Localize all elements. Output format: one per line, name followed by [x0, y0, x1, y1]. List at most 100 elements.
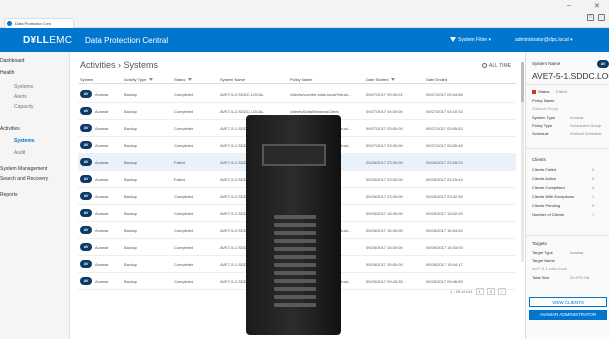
cell-status: Completed: [174, 262, 194, 267]
cell-end: 09/26/2017 09:46:59: [426, 279, 463, 284]
column-header-system-name[interactable]: System Name: [220, 77, 245, 82]
browser-menu-icon[interactable]: ⋮: [598, 14, 605, 21]
cell-end: 09/26/2017 23:15:44: [426, 177, 463, 182]
column-header-date-ended[interactable]: Date Ended: [426, 77, 447, 82]
cell-system: Avamar: [95, 211, 109, 216]
client-stat-value: 4: [592, 185, 595, 190]
policy-type-value: Scheduled Group: [570, 123, 602, 128]
table-scrollbar[interactable]: [521, 62, 524, 262]
cell-start: 09/27/2017 09:00:01: [366, 92, 403, 97]
cell-start: 09/26/2017 23:00:00: [366, 177, 403, 182]
vent-slot: [274, 271, 316, 275]
sidebar-item-label: Systems: [14, 138, 35, 144]
system-filter-dropdown[interactable]: System Filter ▾: [450, 37, 491, 43]
next-page-button[interactable]: ›: [497, 288, 506, 295]
pagination-range: 1 - 25 of 141: [450, 289, 473, 294]
sort-icon[interactable]: [391, 78, 396, 82]
cell-start: 09/26/2017 18:00:00: [366, 211, 403, 216]
clock-icon: [482, 63, 487, 69]
cell-status: Completed: [174, 194, 194, 199]
cell-start: 09/26/2017 15:00:00: [366, 262, 403, 267]
cell-end: 09/27/2017 03:05:52: [426, 126, 463, 131]
cell-start: 09/26/2017 23:00:00: [366, 194, 403, 199]
close-window-icon[interactable]: ✕: [594, 2, 600, 10]
sidebar-item-systems[interactable]: Systems: [0, 138, 70, 144]
sidebar-item-label: Dashboard: [0, 58, 25, 64]
cell-system: Avamar: [95, 126, 109, 131]
user-menu[interactable]: administrator@dpc.local ▾: [515, 37, 573, 43]
minimize-icon[interactable]: –: [567, 2, 571, 9]
cell-type: Backup: [124, 109, 138, 114]
page-1-button[interactable]: 1: [475, 288, 484, 295]
column-header-status[interactable]: Status: [174, 77, 193, 82]
sidebar-item-systems[interactable]: Systems: [0, 84, 70, 90]
column-header-date-started[interactable]: Date Started: [366, 77, 396, 82]
cell-status: Completed: [174, 92, 194, 97]
sidebar-item-system-management[interactable]: System Management: [0, 166, 70, 172]
cell-end: 09/26/2017 16:04:52: [426, 228, 463, 233]
sidebar-item-activities[interactable]: Activities: [0, 126, 70, 132]
sidebar-item-label: Systems: [14, 84, 34, 90]
table-row[interactable]: AV Avamar Backup Completed AVE7-5-2.SDDC.LOC…: [78, 86, 516, 103]
vent-slot: [274, 263, 316, 267]
avamar-badge: AV: [80, 243, 92, 251]
sidebar-item-health[interactable]: Health: [0, 70, 70, 76]
cell-system: Avamar: [95, 228, 109, 233]
sidebar-item-label: Alerts: [14, 94, 27, 100]
logo-bold: D¥LL: [23, 35, 50, 46]
avamar-administrator-button[interactable]: AVAMAR ADMINISTRATOR: [529, 310, 607, 320]
targets-section-title: Targets: [532, 241, 547, 246]
avamar-badge: AV: [80, 107, 92, 115]
column-header-date-started-label: Date Started: [366, 77, 389, 82]
avamar-badge: AV: [80, 158, 92, 166]
cell-type: Backup: [124, 228, 138, 233]
page-title: Activities › Systems: [80, 60, 159, 70]
cell-type: Backup: [124, 126, 138, 131]
target-type-label: Target Type: [532, 250, 553, 255]
cell-start: 09/26/2017 23:00:00: [366, 160, 403, 165]
sidebar-item-alerts[interactable]: Alerts: [0, 94, 70, 100]
vent-slot: [274, 215, 316, 219]
sidebar-item-label: Capacity: [14, 104, 34, 110]
time-filter[interactable]: ALL TIME: [482, 63, 511, 69]
status-label: Status: [538, 89, 550, 94]
avamar-badge: AV: [80, 260, 92, 268]
column-header-system[interactable]: System: [80, 77, 93, 82]
cell-type: Backup: [124, 211, 138, 216]
sidebar-item-search-and-recovery[interactable]: Search and Recovery: [0, 176, 70, 182]
column-header-activity-type[interactable]: Activity Type: [124, 77, 154, 82]
bookmark-star-icon[interactable]: ☆: [587, 14, 594, 21]
avamar-badge: AV: [80, 90, 92, 98]
sidebar-item-dashboard[interactable]: Dashboard: [0, 58, 70, 64]
sidebar-item-audit[interactable]: Audit: [0, 150, 70, 156]
filter-icon[interactable]: [188, 78, 193, 82]
scrollbar-thumb[interactable]: [521, 62, 524, 102]
avamar-badge: AV: [80, 141, 92, 149]
divider: [526, 84, 609, 85]
vent-slot: [274, 255, 316, 259]
logo-emc: EMC: [49, 35, 73, 46]
avamar-badge: AV: [597, 60, 609, 68]
browser-chrome: Data Protection Cen – ✕ ☆ ⋮: [0, 0, 609, 28]
cell-end: 09/26/2017 15:04:17: [426, 262, 463, 267]
page-2-button[interactable]: 2: [486, 288, 495, 295]
cell-system: Avamar: [95, 177, 109, 182]
cell-end: 09/27/2017 03:05:46: [426, 143, 463, 148]
cell-type: Backup: [124, 160, 138, 165]
vent-slot: [274, 303, 316, 307]
sidebar-item-capacity[interactable]: Capacity: [0, 104, 70, 110]
server-tower-image: [246, 115, 341, 335]
browser-tab[interactable]: Data Protection Cen: [4, 18, 74, 28]
column-header-policy-name[interactable]: Policy Name: [290, 77, 312, 82]
policy-name-label: Policy Name: [532, 98, 555, 103]
cell-type: Backup: [124, 262, 138, 267]
filter-icon[interactable]: [149, 78, 154, 82]
sidebar-item-reports[interactable]: Reports: [0, 192, 70, 198]
column-header-status-label: Status: [174, 77, 186, 82]
cell-system: Avamar: [95, 143, 109, 148]
sidebar: Dashboard Health Systems Alerts Capacity Acti…: [0, 52, 70, 339]
view-clients-button[interactable]: VIEW CLIENTS: [529, 297, 607, 307]
cell-status: Completed: [174, 279, 194, 284]
cell-end: 09/27/2017 09:04:56: [426, 92, 463, 97]
status-row: Status: [532, 89, 549, 94]
